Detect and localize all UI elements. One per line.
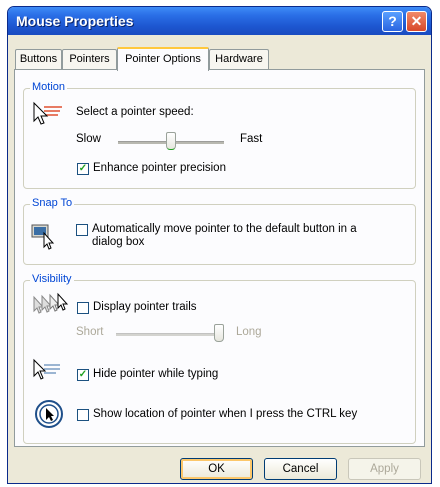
- tab-pointers[interactable]: Pointers: [62, 49, 117, 69]
- close-button[interactable]: ✕: [406, 11, 427, 32]
- enhance-precision-checkbox[interactable]: ✓: [77, 163, 89, 175]
- fast-label: Fast: [240, 133, 263, 145]
- slow-label: Slow: [76, 133, 101, 145]
- trails-length-slider-thumb: [214, 324, 224, 342]
- help-button[interactable]: ?: [382, 11, 403, 32]
- tab-buttons[interactable]: Buttons: [15, 49, 62, 69]
- hide-pointer-icon: [33, 358, 60, 380]
- mouse-properties-window: Mouse Properties ? ✕ Buttons Pointers Po…: [7, 6, 432, 484]
- ok-button[interactable]: OK: [180, 458, 253, 480]
- apply-button[interactable]: Apply: [348, 458, 421, 480]
- window-title: Mouse Properties: [16, 13, 134, 29]
- snap-to-label-line2[interactable]: dialog box: [92, 236, 144, 248]
- visibility-group: Visibility Display pointer trails Short …: [23, 273, 416, 444]
- hide-pointer-checkbox[interactable]: ✓: [77, 369, 89, 381]
- cancel-button[interactable]: Cancel: [264, 458, 337, 480]
- snap-to-icon: [31, 224, 55, 250]
- short-label: Short: [76, 326, 104, 338]
- snap-to-label-line1[interactable]: Automatically move pointer to the defaul…: [92, 223, 357, 235]
- pointer-trails-icon: [33, 292, 69, 314]
- motion-group-title: Motion: [30, 81, 68, 93]
- hide-pointer-label[interactable]: Hide pointer while typing: [93, 368, 218, 380]
- visibility-group-title: Visibility: [30, 273, 74, 285]
- pointer-speed-label: Select a pointer speed:: [76, 106, 194, 118]
- long-label: Long: [236, 326, 262, 338]
- enhance-precision-label[interactable]: Enhance pointer precision: [93, 162, 226, 174]
- pointer-trails-label[interactable]: Display pointer trails: [93, 301, 197, 313]
- pointer-speed-slider-thumb[interactable]: [166, 132, 176, 150]
- tab-pointer-options[interactable]: Pointer Options: [117, 47, 209, 71]
- tab-panel-pointer-options: Motion Select a pointer speed: Slow Fast…: [14, 69, 425, 447]
- pointer-trails-checkbox[interactable]: [77, 302, 89, 314]
- show-location-label[interactable]: Show location of pointer when I press th…: [93, 408, 357, 420]
- show-location-checkbox[interactable]: [77, 409, 89, 421]
- snap-to-group-title: Snap To: [30, 197, 75, 209]
- pointer-speed-icon: [33, 101, 62, 125]
- tab-hardware[interactable]: Hardware: [209, 49, 269, 69]
- title-bar[interactable]: Mouse Properties ? ✕: [8, 7, 431, 35]
- snap-to-group: Snap To Automatically move pointer to th…: [23, 197, 416, 265]
- snap-to-checkbox[interactable]: [76, 224, 88, 236]
- motion-group: Motion Select a pointer speed: Slow Fast…: [23, 81, 416, 189]
- show-location-icon: [35, 400, 63, 428]
- trails-length-track: [116, 333, 220, 336]
